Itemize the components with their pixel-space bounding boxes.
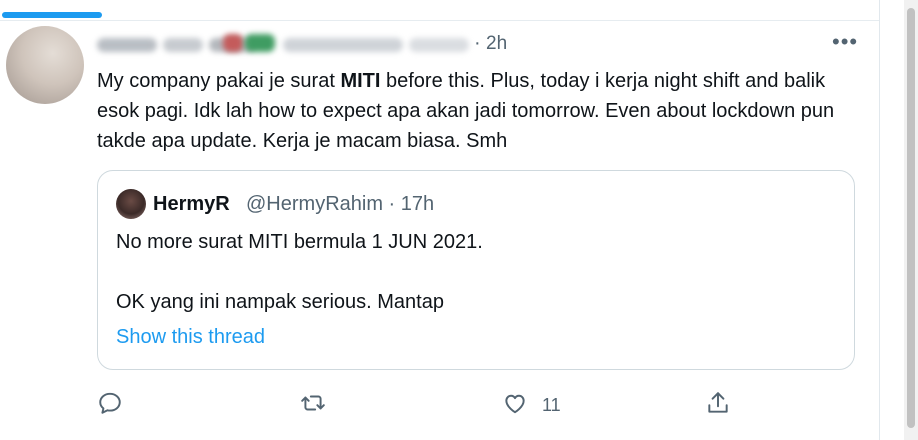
tweet-text-part: My company pakai je surat <box>97 70 341 92</box>
reply-button[interactable] <box>97 388 123 422</box>
reply-icon <box>97 390 123 421</box>
more-options-icon[interactable]: ••• <box>832 31 858 53</box>
redacted-emoji <box>245 34 275 52</box>
tweet-header: · 2h ••• <box>97 30 857 60</box>
quoted-tweet-text: No more surat MITI bermula 1 JUN 2021. <box>116 231 483 253</box>
quoted-author-name: HermyR <box>153 193 230 215</box>
redacted-display-name <box>97 38 157 52</box>
quoted-tweet-text: OK yang ini nampak serious. Mantap <box>116 291 444 313</box>
like-count: 11 <box>542 394 561 415</box>
redacted-handle <box>283 38 403 52</box>
redacted-handle <box>409 38 469 52</box>
like-icon <box>502 390 528 421</box>
quoted-author-avatar <box>116 189 146 219</box>
tweet-text: My company pakai je surat MITI before th… <box>97 66 837 156</box>
redacted-emoji <box>223 34 243 52</box>
top-divider <box>0 20 880 21</box>
retweet-icon <box>300 390 326 421</box>
quoted-author-handle: @HermyRahim · 17h <box>246 193 435 215</box>
scrollbar[interactable] <box>904 0 918 440</box>
redacted-display-name <box>163 38 203 52</box>
author-avatar[interactable] <box>6 26 84 104</box>
tweet-timestamp[interactable]: 2h <box>486 33 507 55</box>
tweet-actions: 11 <box>97 388 737 422</box>
share-icon <box>705 390 731 421</box>
time-separator: · <box>474 32 481 54</box>
scrollbar-thumb[interactable] <box>907 8 915 428</box>
quoted-tweet[interactable]: HermyR @HermyRahim · 17h No more surat M… <box>97 170 855 370</box>
timeline-border <box>879 0 880 440</box>
retweet-button[interactable] <box>300 388 326 422</box>
tweet-text-bold: MITI <box>340 70 381 92</box>
like-button[interactable]: 11 <box>502 388 561 422</box>
show-thread-link[interactable]: Show this thread <box>116 326 265 349</box>
share-button[interactable] <box>705 388 731 422</box>
loading-progress-bar <box>2 12 102 18</box>
